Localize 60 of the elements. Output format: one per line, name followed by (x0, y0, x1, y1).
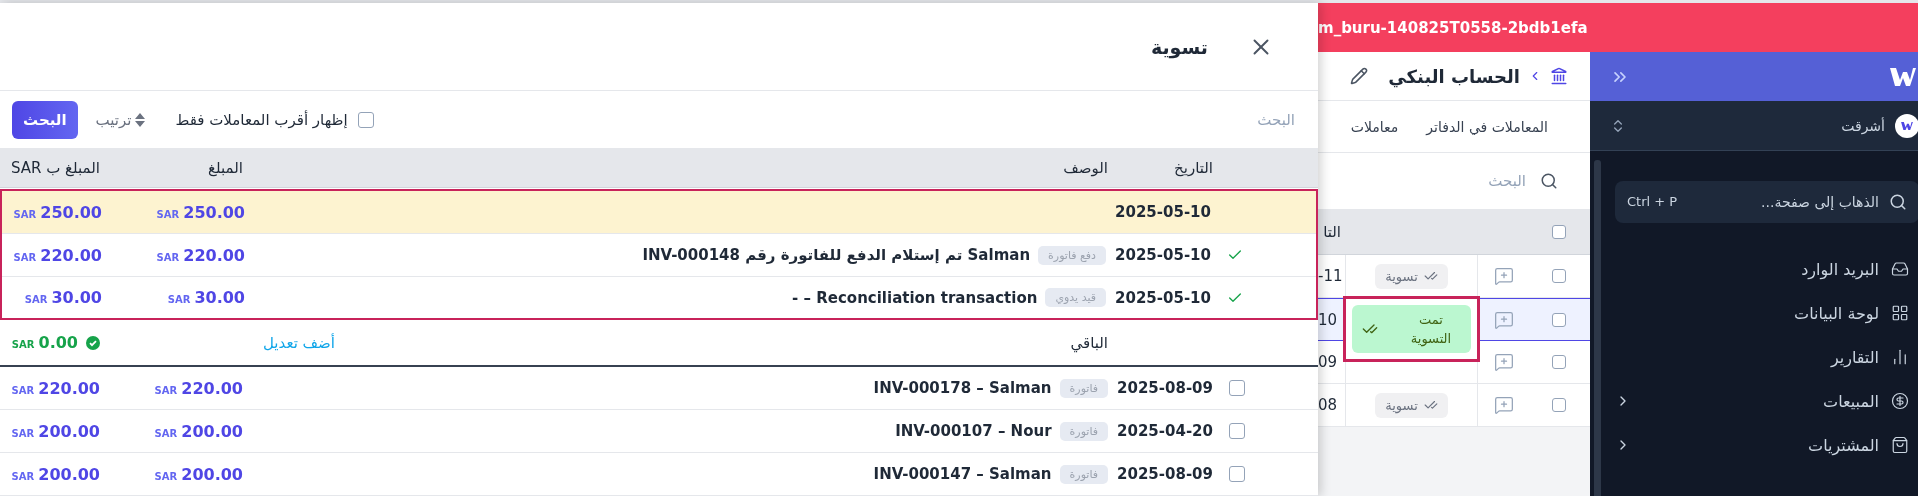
type-tag: فاتورة (1059, 421, 1108, 441)
table-cell: 2025-04-20 (1117, 422, 1213, 440)
currency-label: SAR (156, 251, 180, 263)
checkbox-label: إظهار أقرب المعاملات فقط (175, 110, 348, 129)
type-tag: فاتورة (1059, 378, 1108, 398)
table-cell: 10 (1318, 310, 1338, 329)
amount-value: 30.00 (51, 288, 102, 307)
column-header: الوصف (1063, 158, 1108, 177)
table-cell: 09 (1318, 353, 1338, 371)
amount-value: 250.00 (40, 202, 102, 222)
dialog-title: تسوية (1150, 35, 1208, 58)
currency-label: SAR (11, 339, 35, 350)
page-title: الحساب البنكي (1388, 65, 1520, 87)
table-cell: -11 (1318, 267, 1343, 285)
type-tag: فاتورة (1059, 464, 1108, 484)
column-header: التاريخ (1174, 158, 1213, 177)
currency-label: SAR (154, 470, 178, 482)
currency-label: SAR (13, 208, 37, 220)
amount-value: 200.00 (181, 464, 243, 484)
amount-value: 200.00 (181, 421, 243, 441)
status-badge: تسوية (1375, 263, 1448, 289)
table-cell: 2025-08-09 (1117, 465, 1213, 483)
status-badge: تسوية (1375, 392, 1448, 418)
table-cell: INV-000178 – Salman (873, 379, 1052, 397)
table-cell: 2025-05-10 (1115, 288, 1211, 307)
currency-label: SAR (11, 384, 35, 396)
table-cell: 2025-08-09 (1117, 379, 1213, 397)
amount-value: 220.00 (40, 245, 102, 265)
amount-value: 30.00 (194, 288, 245, 307)
table-cell: 08 (1318, 396, 1338, 414)
column-header: المبلغ (208, 158, 243, 177)
currency-label: SAR (13, 251, 37, 263)
amount-value: 220.00 (183, 245, 245, 265)
column-header: المبلغ ب SAR (10, 158, 100, 177)
currency-label: SAR (156, 208, 180, 220)
amount-value: 0.00 (38, 333, 78, 352)
table-cell: INV-000147 – Salman (873, 465, 1052, 483)
table-cell: 2025-05-10 (1115, 246, 1211, 264)
currency-label: SAR (11, 427, 35, 439)
currency-label: SAR (11, 470, 35, 482)
table-cell: 2025-05-10 (1115, 203, 1211, 221)
remaining-label: الباقي (1070, 333, 1108, 352)
currency-label: SAR (154, 427, 178, 439)
type-tag: قيد يدوي (1045, 288, 1106, 307)
table-cell: Salman تم إستلام الدفع للفاتورة رقم INV-000148 (642, 246, 1031, 264)
company-name: أشرقت (1840, 117, 1885, 134)
amount-value: 220.00 (181, 378, 243, 398)
table-cell: INV-000107 – Nour (895, 422, 1052, 440)
amount-value: 220.00 (38, 378, 100, 398)
currency-label: SAR (24, 294, 48, 305)
amount-value: 200.00 (38, 421, 100, 441)
type-tag: دفع فاتورة (1038, 245, 1106, 265)
environment-banner: m_buru-140825T0558-2bdb1efa (1318, 3, 1918, 52)
shortcut-label: Ctrl + P (1627, 194, 1678, 209)
amount-value: 200.00 (38, 464, 100, 484)
amount-value: 250.00 (183, 202, 245, 222)
currency-label: SAR (167, 294, 191, 305)
table-cell: Reconciliation transaction – - (792, 288, 1038, 307)
column-header: التا (1323, 223, 1341, 241)
currency-label: SAR (154, 384, 178, 396)
